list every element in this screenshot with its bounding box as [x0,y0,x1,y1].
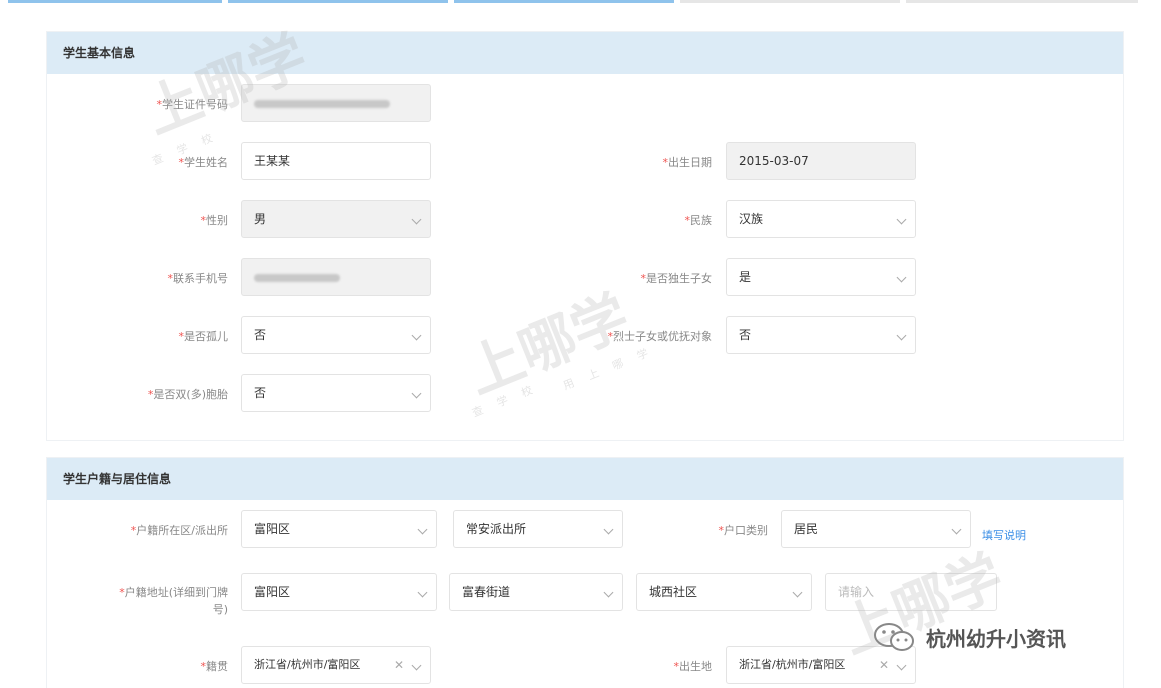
address-street-select[interactable]: 富春街道 [449,573,623,611]
twins-label: *是否双(多)胞胎 [147,388,228,401]
orphan-label: *是否孤儿 [178,330,229,343]
address-district-select[interactable]: 富阳区 [241,573,437,611]
student-name-label: *学生姓名 [178,156,229,169]
chevron-down-icon [603,524,614,535]
blurred-phone [254,273,340,282]
phone-label: *联系手机号 [167,272,229,285]
chevron-down-icon [603,587,614,598]
chevron-down-icon [896,330,907,341]
address-detail-input[interactable]: 请输入 [825,573,997,611]
id-number-field[interactable] [241,84,431,122]
chevron-down-icon [896,660,907,671]
tab-indicator-4[interactable] [680,0,900,3]
blurred-id-number [254,99,390,108]
chevron-down-icon [792,587,803,598]
ethnicity-label: *民族 [684,214,713,227]
fill-instructions-link[interactable]: 填写说明 [982,527,1026,543]
chevron-down-icon [411,330,422,341]
section-title-household: 学生户籍与居住信息 [47,458,1123,500]
chevron-down-icon [951,524,962,535]
birthplace-label: *出生地 [673,660,713,673]
chevron-down-icon [417,524,428,535]
birth-date-field[interactable]: 2015-03-07 [726,142,916,180]
hukou-district-select[interactable]: 富阳区 [241,510,437,548]
address-community-select[interactable]: 城西社区 [636,573,812,611]
tab-indicator-3[interactable] [454,0,674,3]
tab-indicator-1[interactable] [8,0,222,3]
chevron-down-icon [411,214,422,225]
orphan-select[interactable]: 否 [241,316,431,354]
martyr-child-label: *烈士子女或优抚对象 [607,330,713,343]
hukou-address-label: *户籍地址(详细到门牌 号) [119,586,228,616]
basic-info-panel: 学生基本信息 [46,31,1124,441]
hukou-type-select[interactable]: 居民 [781,510,971,548]
chevron-down-icon [417,587,428,598]
native-place-cascader[interactable]: 浙江省/杭州市/富阳区 ✕ [241,646,431,684]
chevron-down-icon [896,214,907,225]
ethnicity-select[interactable]: 汉族 [726,200,916,238]
chevron-down-icon [411,660,422,671]
tab-indicator-5[interactable] [906,0,1138,3]
twins-select[interactable]: 否 [241,374,431,412]
top-tab-strip [0,0,1161,4]
tab-indicator-2[interactable] [228,0,448,3]
hukou-district-label: *户籍所在区/派出所 [130,524,228,537]
birth-date-label: *出生日期 [662,156,713,169]
phone-field[interactable] [241,258,431,296]
wechat-icon [872,622,918,652]
hukou-type-label: *户口类别 [718,524,769,537]
gender-label: *性别 [200,214,229,227]
wechat-account-badge: 杭州幼升小资讯 [872,620,1066,654]
chevron-down-icon [896,272,907,283]
student-name-input[interactable]: 王某某 [241,142,431,180]
only-child-label: *是否独生子女 [640,272,713,285]
gender-select[interactable]: 男 [241,200,431,238]
wechat-account-name: 杭州幼升小资讯 [926,626,1066,651]
id-number-label: *学生证件号码 [156,98,229,111]
police-station-select[interactable]: 常安派出所 [453,510,623,548]
martyr-child-select[interactable]: 否 [726,316,916,354]
only-child-select[interactable]: 是 [726,258,916,296]
clear-icon[interactable]: ✕ [394,647,404,683]
section-title-basic: 学生基本信息 [47,32,1123,74]
native-place-label: *籍贯 [200,660,229,673]
chevron-down-icon [411,388,422,399]
